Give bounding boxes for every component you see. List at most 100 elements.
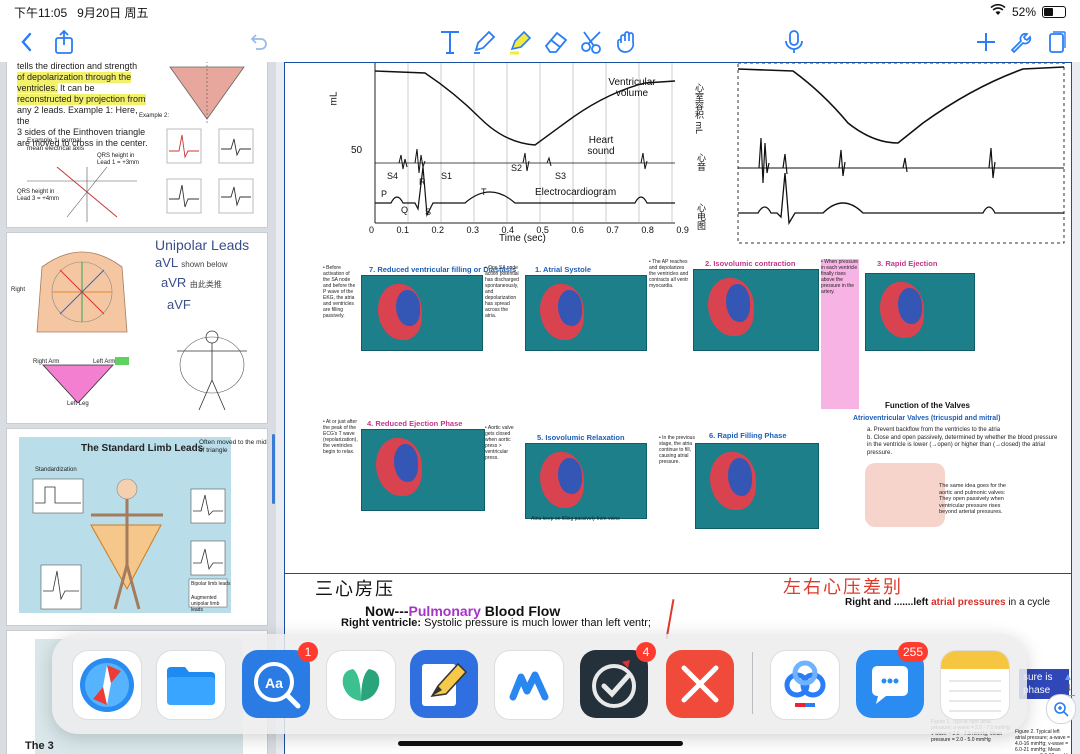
- eraser-icon[interactable]: [542, 28, 570, 56]
- pages-icon[interactable]: [1042, 28, 1070, 56]
- fifty-label: 50: [351, 145, 363, 156]
- t-wave-label: T: [481, 187, 487, 197]
- page-thumbnail-1[interactable]: tells the direction and strength of depo…: [6, 62, 268, 228]
- sidebar-scrollbar[interactable]: [272, 434, 275, 504]
- valves-title: Function of the Valves: [885, 401, 970, 410]
- battery-percent: 52%: [1011, 4, 1036, 19]
- mango-app-icon[interactable]: [494, 650, 564, 720]
- cn-ecg-label: 心电图: [696, 203, 706, 230]
- text-tool-icon[interactable]: [436, 28, 464, 56]
- thumb2-avf: aVF: [167, 297, 191, 312]
- step5-title: 5. Isovolumic Relaxation: [537, 433, 625, 442]
- step3-notes: • When pressure in each ventricle finall…: [821, 259, 859, 409]
- back-chevron-icon[interactable]: [12, 28, 40, 56]
- cn-sound-label: 心音: [696, 153, 706, 171]
- thumb1-ecg-grids: [166, 128, 254, 214]
- page-thumbnail-3[interactable]: The Standard Limb Leads Often moved to t…: [6, 428, 268, 626]
- step5-notes: • Aortic valve gets closed when aortic p…: [485, 425, 514, 461]
- messages-badge: 255: [898, 642, 929, 662]
- thumb2-avr: aVR 由此类推: [161, 275, 222, 290]
- checklist-badge: 4: [636, 642, 656, 662]
- figure2-caption: Figure 2. Typical left atrial pressure; …: [1015, 729, 1070, 754]
- status-time: 下午11:05 9月20日 周五: [14, 6, 149, 20]
- hand-icon[interactable]: [614, 28, 642, 56]
- section-divider: [285, 573, 1071, 574]
- heart-sound-label: Heart sound: [587, 135, 615, 157]
- step2-figure: [693, 269, 819, 351]
- wrench-icon[interactable]: [1006, 28, 1034, 56]
- thumb2-right-arm: Right Arm: [33, 359, 60, 365]
- undo-icon[interactable]: [244, 28, 272, 56]
- add-icon[interactable]: [972, 28, 1000, 56]
- wifi-icon: [990, 3, 1006, 19]
- p-wave-label: P: [381, 189, 388, 199]
- lasso-icon[interactable]: [578, 28, 606, 56]
- thumb2-left-arm: Left Arm: [93, 359, 116, 365]
- s4-label: S4: [387, 171, 399, 181]
- thumb3-augmented: Augmented unipolar limb leads: [191, 595, 220, 613]
- notes-app-icon[interactable]: [940, 650, 1010, 720]
- page-thumbnail-2[interactable]: Right Unipolar Leads aVL shown below aVR…: [6, 232, 268, 424]
- thumb1-axis-diagram: [27, 167, 137, 222]
- cn-volume-label: 心室容积 mL: [694, 83, 704, 135]
- step1-title: 1. Atrial Systole: [535, 265, 591, 274]
- microphone-icon[interactable]: [780, 28, 808, 56]
- dictionary-app-icon[interactable]: Aa: [242, 650, 310, 718]
- dictionary-badge: 1: [298, 642, 318, 662]
- step7-figure: [361, 275, 483, 351]
- valves-subtitle: Atrioventricular Valves (tricuspid and m…: [853, 415, 1001, 422]
- share-icon[interactable]: [50, 28, 78, 56]
- battery-icon: [1042, 5, 1066, 18]
- xmind-app-icon[interactable]: [666, 650, 734, 718]
- butterfly-app-icon[interactable]: [326, 650, 396, 720]
- step1-notes: • One SA node action potential has disch…: [485, 265, 519, 319]
- baidu-netdisk-app-icon[interactable]: [770, 650, 840, 720]
- step6-title: 6. Rapid Filling Phase: [709, 431, 787, 440]
- step6-figure: [695, 443, 819, 529]
- checklist-app-icon[interactable]: [580, 650, 648, 718]
- safari-app-icon[interactable]: [72, 650, 142, 720]
- right-ventricle-line: Right ventricle: Systolic pressure is mu…: [341, 617, 651, 629]
- time-axis-label: Time (sec): [499, 233, 546, 244]
- step5-figure: [525, 443, 647, 519]
- home-indicator[interactable]: [398, 741, 683, 746]
- s1-label: S1: [441, 171, 453, 181]
- step2-notes: • The AP reaches and depolarizes the ven…: [649, 259, 689, 289]
- step4-notes: • At or just after the peak of the ECG's…: [323, 419, 358, 455]
- thumb4-title: The 3: [25, 740, 54, 752]
- thumb2-left-leg: Left Leg: [67, 401, 89, 407]
- highlighter-icon[interactable]: [506, 28, 534, 56]
- electrocardiogram-label: Electrocardiogram: [535, 187, 617, 198]
- step3-title: 3. Rapid Ejection: [877, 259, 938, 268]
- step7-notes: • Before activation of the SA node and b…: [323, 265, 356, 319]
- handwriting-left: 三心房压: [315, 579, 395, 600]
- s-wave-label: S: [425, 207, 432, 217]
- thumb2-title: Unipolar Leads: [155, 237, 250, 253]
- thumb2-torso: [36, 251, 128, 333]
- valves-list: a. Prevent backflow from the ventricles …: [867, 427, 1058, 456]
- step4-title: 4. Reduced Ejection Phase: [367, 419, 463, 428]
- s2-label: S2: [511, 163, 523, 173]
- dock-separator: [752, 652, 753, 714]
- thumb3-note: Often moved to the mid of triangle: [199, 439, 267, 454]
- zoom-icon[interactable]: [1046, 694, 1076, 724]
- step3-figure: [865, 273, 975, 351]
- fig-caption: Atria keep on filling passively from vei…: [531, 516, 620, 522]
- thumb1-example1: Example 1: normal mean electrical axis: [27, 137, 85, 152]
- valve-illustration: [865, 463, 945, 527]
- files-app-icon[interactable]: [156, 650, 226, 720]
- notability-app-icon[interactable]: [410, 650, 478, 718]
- handwriting-right: 左右心压差别: [783, 577, 903, 598]
- thumb1-qrs1: QRS height in Lead 1 = +3mm: [97, 153, 140, 166]
- atrial-pressure-heading: Right and .......left atrial pressures i…: [845, 597, 1051, 608]
- thumb3-title: The Standard Limb Leads: [81, 443, 204, 454]
- thumb2-avl: aVL shown below: [155, 255, 228, 270]
- q-wave-label: Q: [401, 205, 409, 215]
- step4-figure: [361, 429, 485, 511]
- cn-cardiac-chart: [737, 63, 1065, 244]
- step6-notes: • In the previous stage, the atria conti…: [659, 435, 695, 465]
- thumb3-bipolar: Bipolar limb leads: [191, 581, 231, 587]
- pen-icon[interactable]: [470, 28, 498, 56]
- toolbar: [0, 22, 1080, 63]
- thumb2-figure: [177, 330, 247, 411]
